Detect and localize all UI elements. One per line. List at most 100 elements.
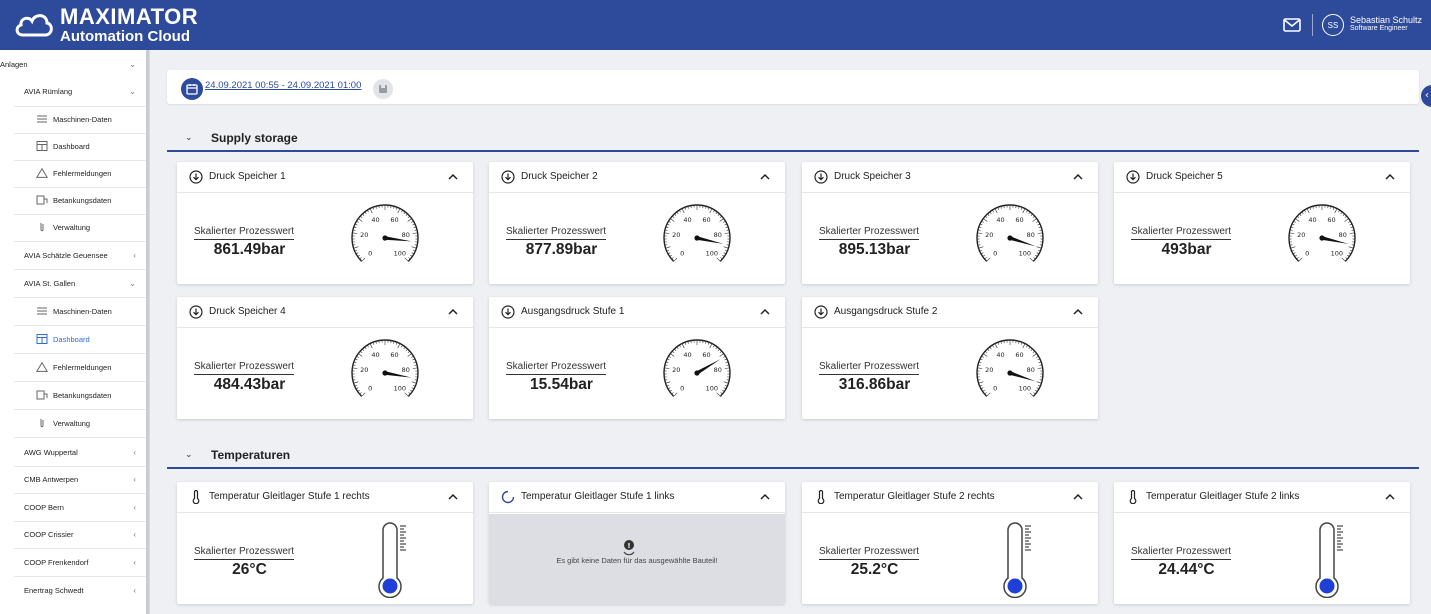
process-value: 26°C (232, 561, 267, 578)
gauge-tick-label: 20 (672, 231, 680, 239)
card-header: Ausgangsdruck Stufe 1 (489, 297, 785, 328)
pressure-gauge: 0 2040 60 80 100 (1288, 204, 1356, 262)
chevron-up-icon[interactable] (1072, 491, 1084, 503)
download-circle-icon (814, 170, 828, 184)
sidebar-item-label: Fehlermeldungen (53, 169, 112, 178)
chevron-up-icon[interactable] (1384, 171, 1396, 183)
gauge-tick (352, 232, 358, 234)
gauge-tick-label: 0 (993, 249, 997, 257)
gauge-tick (676, 211, 679, 215)
gauge-tick-label: 60 (702, 351, 710, 359)
gauge-tick (997, 342, 1000, 345)
chevron-up-icon[interactable] (759, 171, 771, 183)
gauge-tick-label: 20 (360, 231, 368, 239)
chevron-up-icon[interactable] (447, 491, 459, 503)
warning-icon (36, 362, 48, 372)
gauge-tick (684, 207, 687, 210)
gauge-tick (1022, 343, 1026, 349)
section-title: Supply storage (211, 131, 298, 145)
card-title: Druck Speicher 2 (521, 171, 598, 182)
gauge-tick-label: 20 (672, 366, 680, 374)
gauge-tick-label: 80 (402, 231, 410, 239)
process-value-label: Skalierter Prozesswert (1131, 546, 1232, 560)
gauge-tick (1030, 213, 1033, 216)
chevron-up-icon[interactable] (1072, 306, 1084, 318)
gauge-tick (407, 353, 412, 357)
gauge-tick (1349, 232, 1355, 234)
gauge-hub (382, 235, 388, 241)
chevron-down-icon: ⌄ (129, 87, 136, 96)
gauge-tick-label: 60 (390, 216, 398, 224)
gauge-tick (1029, 257, 1034, 262)
process-value: 15.54bar (530, 376, 593, 393)
brand[interactable]: MAXIMATOR Automation Cloud (60, 4, 199, 45)
gauge-tick (681, 343, 685, 349)
gauge-tick (1028, 211, 1031, 215)
sidebar-item-label: Maschinen-Daten (53, 115, 112, 124)
gauge-tick (723, 381, 729, 384)
date-range-link[interactable]: 24.09.2021 00:55 - 24.09.2021 01:00 (205, 80, 361, 91)
chevron-up-icon[interactable] (759, 306, 771, 318)
gauge-tick (716, 392, 721, 397)
gauge-tick (684, 342, 687, 345)
gauge-hub (694, 370, 700, 376)
calendar-button[interactable] (181, 78, 203, 100)
save-button[interactable] (373, 79, 393, 99)
gauge-tick-label: 20 (985, 366, 993, 374)
gauge-tick (1037, 367, 1043, 369)
thermometer-gauge (1315, 522, 1343, 598)
chevron-up-icon[interactable] (1072, 171, 1084, 183)
gauge-tick (674, 213, 677, 216)
gauge-tick-label: 100 (706, 384, 718, 392)
thermometer-gauge (378, 522, 406, 598)
sidebar-divider (14, 493, 146, 494)
chevron-up-icon[interactable] (759, 491, 771, 503)
gauge-tick (1342, 213, 1345, 216)
section-header-temperatures[interactable]: ⌄ Temperaturen (167, 447, 1419, 469)
gauge-tick (997, 207, 1000, 210)
gauge-tick-label: 20 (1297, 231, 1305, 239)
pressure-card: Druck Speicher 3 Skalierter Prozesswert … (802, 162, 1098, 284)
chevron-up-icon[interactable] (447, 171, 459, 183)
gauge-tick (412, 367, 418, 369)
gauge-tick-label: 80 (1027, 366, 1035, 374)
gauge-tick (671, 392, 674, 395)
user-name[interactable]: Sebastian Schultz (1350, 15, 1422, 25)
sidebar-divider (14, 381, 146, 382)
gauge-tick (1022, 208, 1026, 214)
gauge-tick-label: 80 (714, 231, 722, 239)
section-header-supply[interactable]: ⌄ Supply storage (167, 130, 1419, 152)
gauge-tick-label: 0 (680, 384, 684, 392)
gauge-tick (984, 392, 987, 395)
chevron-up-icon[interactable] (1384, 491, 1396, 503)
gauge-tick (397, 343, 401, 349)
sidebar-scrollbar[interactable] (146, 50, 149, 614)
gauge-tick (397, 208, 401, 214)
sidebar-item-label: Dashboard (53, 335, 90, 344)
brand-title: MAXIMATOR (60, 4, 199, 29)
mail-icon[interactable] (1283, 18, 1301, 32)
gauge-hub (382, 370, 388, 376)
process-value: 24.44°C (1158, 561, 1215, 578)
gauge-tick (982, 389, 985, 392)
gauge-tick (361, 257, 366, 262)
gauge-tick-label: 60 (1327, 216, 1335, 224)
gauge-tick-label: 20 (360, 366, 368, 374)
card-header: Temperatur Gleitlager Stufe 2 rechts (802, 482, 1098, 513)
chevron-left-icon: ‹ (133, 475, 136, 484)
gauge-tick-label: 40 (371, 216, 379, 224)
panel-toggle-button[interactable]: ‹ (1421, 85, 1431, 107)
sidebar-item-label: Dashboard (53, 142, 90, 151)
sidebar-item-label: AVIA Rümlang (24, 87, 73, 96)
chevron-up-icon[interactable] (447, 306, 459, 318)
gauge-hub (694, 235, 700, 241)
gauge-tick (362, 213, 365, 216)
gauge-tick (353, 246, 359, 249)
download-circle-icon (1126, 170, 1140, 184)
avatar[interactable]: SS (1322, 14, 1344, 36)
gauge-tick-label: 40 (683, 216, 691, 224)
process-value: 895.13bar (838, 241, 911, 258)
gauge-tick (1037, 232, 1043, 234)
gauge-tick (719, 218, 724, 222)
gauge-tick (717, 213, 720, 216)
